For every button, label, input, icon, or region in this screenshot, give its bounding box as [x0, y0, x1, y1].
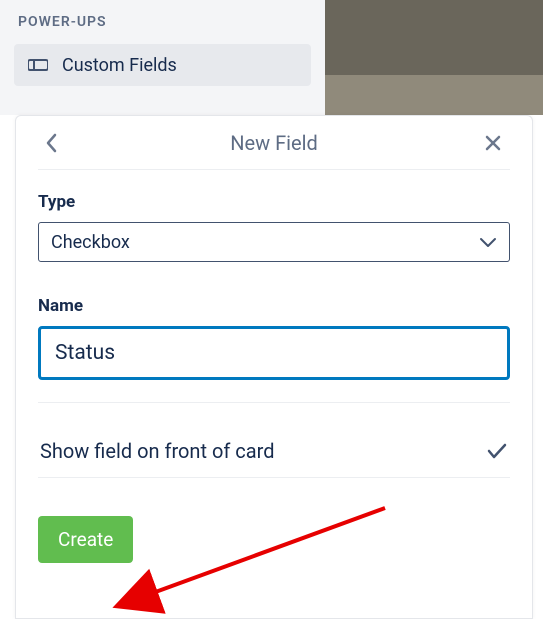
name-label: Name — [38, 296, 510, 316]
section-title-powerups: POWER-UPS — [14, 10, 311, 30]
name-input[interactable] — [38, 326, 510, 380]
show-on-front-label: Show field on front of card — [40, 439, 275, 463]
create-button-label: Create — [58, 528, 113, 551]
check-icon — [486, 442, 508, 460]
close-icon — [484, 134, 502, 152]
chevron-left-icon — [46, 133, 58, 153]
panel-title: New Field — [230, 131, 318, 155]
background-top: POWER-UPS Custom Fields — [0, 0, 543, 115]
custom-fields-icon — [28, 58, 48, 72]
sidebar-section: POWER-UPS Custom Fields — [0, 0, 325, 115]
back-button[interactable] — [40, 116, 64, 169]
type-select[interactable]: Checkbox — [38, 222, 510, 262]
background-band — [325, 75, 543, 115]
chevron-down-icon — [479, 236, 497, 248]
create-button[interactable]: Create — [38, 516, 133, 563]
background-right — [325, 0, 543, 115]
type-label: Type — [38, 192, 510, 212]
sidebar-item-custom-fields[interactable]: Custom Fields — [14, 44, 311, 86]
type-select-value: Checkbox — [51, 232, 130, 253]
close-button[interactable] — [478, 116, 508, 169]
new-field-panel: New Field Type Checkbox Name Show field … — [15, 115, 533, 619]
custom-fields-label: Custom Fields — [62, 55, 177, 76]
divider — [38, 402, 510, 403]
show-on-front-toggle[interactable]: Show field on front of card — [38, 425, 510, 478]
panel-header: New Field — [38, 116, 510, 170]
